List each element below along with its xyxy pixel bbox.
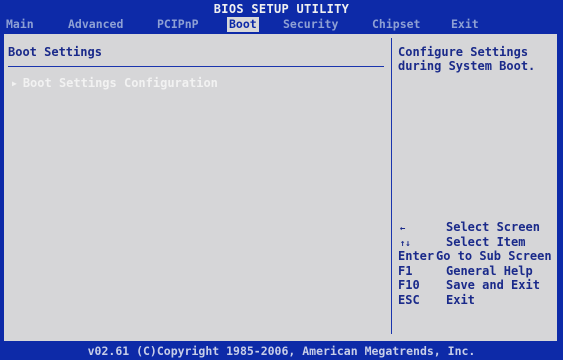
help-text: Configure Settings during System Boot.	[398, 45, 536, 73]
tab-boot[interactable]: Boot	[227, 17, 259, 32]
key-legend: ← Select Screen ↑↓ Select Item Enter Go to …	[398, 220, 552, 307]
tab-security[interactable]: Security	[281, 17, 340, 32]
title-bar: BIOS SETUP UTILITY Main Advanced PCIPnP …	[0, 0, 563, 34]
copyright-footer: v02.61 (C)Copyright 1985-2006, American …	[87, 344, 476, 358]
key-desc: Go to Sub Screen	[436, 249, 552, 263]
key-label: F10	[398, 278, 420, 292]
key-desc: Save and Exit	[446, 278, 540, 292]
key-desc: Select Item	[446, 234, 526, 249]
key-legend-row: ESC Exit	[398, 293, 552, 308]
tab-main[interactable]: Main	[4, 17, 36, 32]
key-legend-row: ↑↓ Select Item	[398, 235, 552, 250]
tab-chipset[interactable]: Chipset	[370, 17, 422, 32]
entry-label: Boot Settings Configuration	[22, 76, 218, 90]
key-legend-row: F1 General Help	[398, 264, 552, 279]
key-legend-row: ← Select Screen	[398, 220, 552, 235]
key-desc: Exit	[446, 292, 475, 307]
key-legend-row: Enter Go to Sub Screen	[398, 249, 552, 264]
section-title: Boot Settings	[8, 45, 102, 59]
panel-divider	[391, 38, 392, 334]
boot-settings-configuration-entry[interactable]: ▶ Boot Settings Configuration	[12, 76, 218, 90]
key-label: Enter	[398, 249, 435, 263]
main-panel: Boot Settings ▶ Boot Settings Configurati…	[4, 34, 557, 341]
tab-pcipnp[interactable]: PCIPnP	[155, 17, 201, 32]
bios-title: BIOS SETUP UTILITY	[213, 2, 350, 16]
tab-exit[interactable]: Exit	[449, 17, 481, 32]
tab-advanced[interactable]: Advanced	[66, 17, 125, 32]
submenu-arrow-icon: ▶	[12, 79, 17, 88]
key-legend-row: F10 Save and Exit	[398, 278, 552, 293]
key-desc: General Help	[446, 263, 533, 278]
key-desc: Select Screen	[446, 220, 540, 234]
section-divider	[8, 66, 384, 67]
menu-bar: Main Advanced PCIPnP Boot Security Chips…	[0, 17, 563, 33]
key-label: ESC	[398, 292, 420, 307]
key-label: F1	[398, 263, 413, 278]
